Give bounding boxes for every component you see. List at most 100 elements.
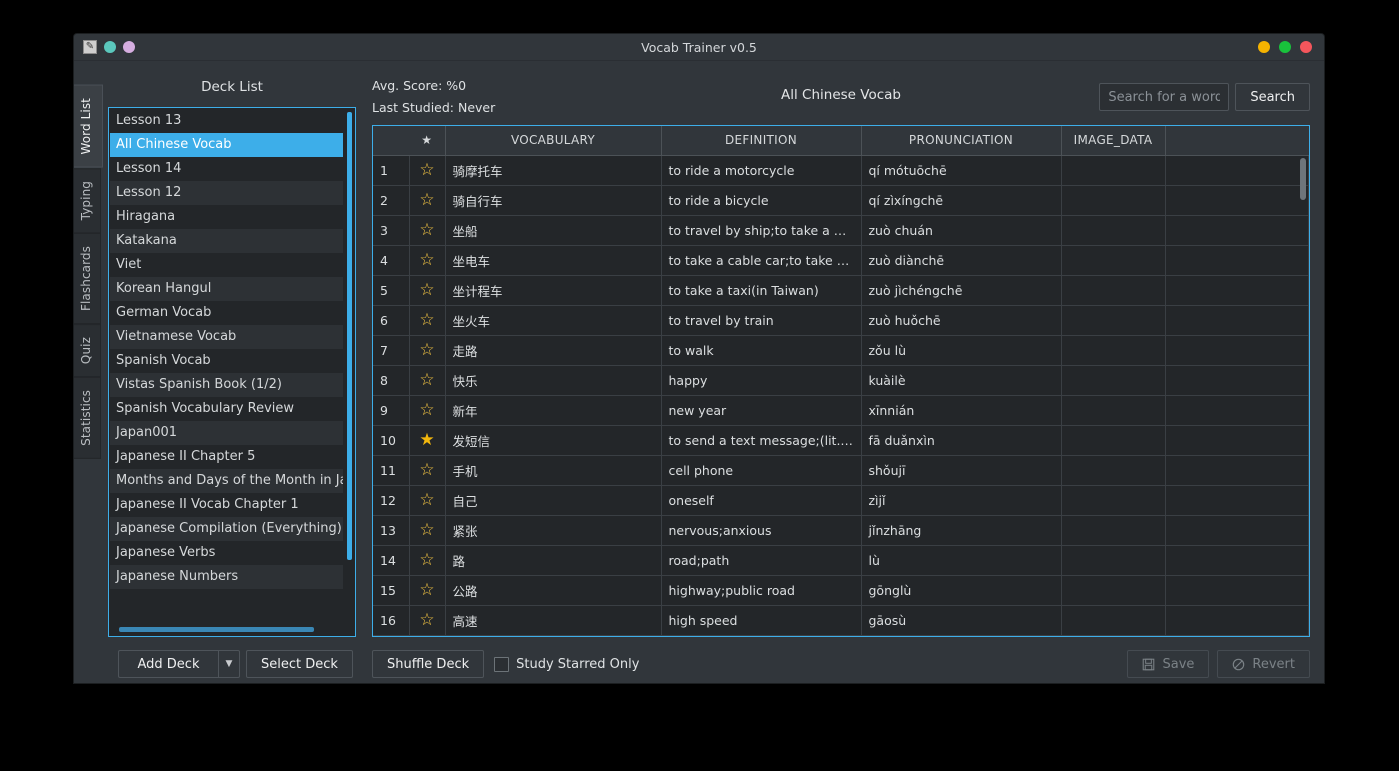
star-toggle-cell[interactable]: ☆ (409, 545, 446, 576)
vocabulary-cell[interactable]: 新年 (445, 395, 662, 426)
search-input[interactable] (1099, 83, 1230, 111)
table-row[interactable]: 5 ☆ 坐计程车 to take a taxi(in Taiwan) zuò jìché… (373, 275, 1309, 306)
row-number-cell[interactable]: 15 (373, 575, 410, 606)
definition-cell[interactable]: to travel by ship;to take a boat (661, 215, 862, 246)
image-data-cell[interactable] (1061, 545, 1166, 576)
row-number-cell[interactable]: 6 (373, 305, 410, 336)
header-image-data[interactable]: IMAGE_DATA (1061, 126, 1166, 156)
title-dot-teal[interactable] (104, 41, 116, 53)
search-button[interactable]: Search (1235, 83, 1310, 111)
spacer-cell[interactable] (1165, 275, 1309, 306)
row-number-cell[interactable]: 11 (373, 455, 410, 486)
deck-list-item[interactable]: Japan001 (110, 421, 343, 445)
row-number-cell[interactable]: 3 (373, 215, 410, 246)
row-number-cell[interactable]: 2 (373, 185, 410, 216)
star-toggle-cell[interactable]: ★ (409, 425, 446, 456)
title-dot-purple[interactable] (123, 41, 135, 53)
star-toggle-cell[interactable]: ☆ (409, 155, 446, 186)
star-outline-icon[interactable]: ☆ (419, 610, 434, 630)
deck-list-item[interactable]: Spanish Vocabulary Review (110, 397, 343, 421)
definition-cell[interactable]: road;path (661, 545, 862, 576)
header-star[interactable]: ★ (409, 126, 446, 156)
pronunciation-cell[interactable]: qí mótuōchē (861, 155, 1062, 186)
header-pronunciation[interactable]: PRONUNCIATION (861, 126, 1062, 156)
spacer-cell[interactable] (1165, 455, 1309, 486)
definition-cell[interactable]: to travel by train (661, 305, 862, 336)
definition-cell[interactable]: cell phone (661, 455, 862, 486)
deck-list-item[interactable]: Vistas Spanish Book (1/2) (110, 373, 343, 397)
star-toggle-cell[interactable]: ☆ (409, 245, 446, 276)
study-starred-only-control[interactable]: Study Starred Only (494, 656, 639, 672)
spacer-cell[interactable] (1165, 515, 1309, 546)
shuffle-deck-button[interactable]: Shuffle Deck (372, 650, 485, 678)
deck-list-item[interactable]: Japanese II Vocab Chapter 1 (110, 493, 343, 517)
star-filled-icon[interactable]: ★ (419, 430, 434, 450)
row-number-cell[interactable]: 14 (373, 545, 410, 576)
minimize-button[interactable] (1258, 41, 1270, 53)
deck-list-item[interactable]: Vietnamese Vocab (110, 325, 343, 349)
star-outline-icon[interactable]: ☆ (419, 460, 434, 480)
vocabulary-cell[interactable]: 走路 (445, 335, 662, 366)
spacer-cell[interactable] (1165, 575, 1309, 606)
study-starred-only-checkbox[interactable] (494, 656, 510, 672)
table-row[interactable]: 8 ☆ 快乐 happy kuàilè (373, 365, 1309, 396)
star-toggle-cell[interactable]: ☆ (409, 215, 446, 246)
star-outline-icon[interactable]: ☆ (419, 400, 434, 420)
pronunciation-cell[interactable]: lù (861, 545, 1062, 576)
deck-list-item[interactable]: Spanish Vocab (110, 349, 343, 373)
tab-word-list[interactable]: Word List (74, 85, 103, 168)
vocabulary-cell[interactable]: 骑自行车 (445, 185, 662, 216)
vocab-table-vertical-scrollbar[interactable] (1300, 158, 1306, 200)
row-number-cell[interactable]: 9 (373, 395, 410, 426)
table-row[interactable]: 13 ☆ 紧张 nervous;anxious jǐnzhāng (373, 515, 1309, 546)
vocabulary-cell[interactable]: 坐计程车 (445, 275, 662, 306)
deck-list-item[interactable]: Lesson 12 (110, 181, 343, 205)
table-row[interactable]: 4 ☆ 坐电车 to take a cable car;to take a ... zu… (373, 245, 1309, 276)
header-corner[interactable] (373, 126, 409, 156)
deck-list-item[interactable]: Japanese Verbs (110, 541, 343, 565)
definition-cell[interactable]: to send a text message;(lit.)to ... (661, 425, 862, 456)
table-row[interactable]: 12 ☆ 自己 oneself zìjǐ (373, 485, 1309, 516)
star-outline-icon[interactable]: ☆ (419, 250, 434, 270)
pronunciation-cell[interactable]: gōnglù (861, 575, 1062, 606)
table-row[interactable]: 1 ☆ 骑摩托车 to ride a motorcycle qí mótuōchē (373, 155, 1309, 186)
vocabulary-cell[interactable]: 公路 (445, 575, 662, 606)
deck-list-horizontal-scrollbar[interactable] (119, 627, 314, 632)
chevron-down-icon[interactable]: ▼ (218, 650, 240, 678)
row-number-cell[interactable]: 8 (373, 365, 410, 396)
row-number-cell[interactable]: 16 (373, 605, 410, 636)
star-outline-icon[interactable]: ☆ (419, 220, 434, 240)
image-data-cell[interactable] (1061, 305, 1166, 336)
star-outline-icon[interactable]: ☆ (419, 190, 434, 210)
star-outline-icon[interactable]: ☆ (419, 310, 434, 330)
row-number-cell[interactable]: 13 (373, 515, 410, 546)
add-deck-button[interactable]: Add Deck (118, 650, 218, 678)
select-deck-button[interactable]: Select Deck (246, 650, 353, 678)
vocabulary-cell[interactable]: 坐船 (445, 215, 662, 246)
star-toggle-cell[interactable]: ☆ (409, 305, 446, 336)
star-outline-icon[interactable]: ☆ (419, 370, 434, 390)
deck-list-item[interactable]: German Vocab (110, 301, 343, 325)
star-toggle-cell[interactable]: ☆ (409, 455, 446, 486)
vocabulary-cell[interactable]: 路 (445, 545, 662, 576)
image-data-cell[interactable] (1061, 215, 1166, 246)
definition-cell[interactable]: high speed (661, 605, 862, 636)
definition-cell[interactable]: highway;public road (661, 575, 862, 606)
table-row[interactable]: 2 ☆ 骑自行车 to ride a bicycle qí zìxíngchē (373, 185, 1309, 216)
table-row[interactable]: 15 ☆ 公路 highway;public road gōnglù (373, 575, 1309, 606)
star-outline-icon[interactable]: ☆ (419, 550, 434, 570)
pronunciation-cell[interactable]: shǒujī (861, 455, 1062, 486)
star-outline-icon[interactable]: ☆ (419, 580, 434, 600)
table-row[interactable]: 16 ☆ 高速 high speed gāosù (373, 605, 1309, 636)
maximize-button[interactable] (1279, 41, 1291, 53)
deck-list-item[interactable]: All Chinese Vocab (110, 133, 343, 157)
header-vocabulary[interactable]: VOCABULARY (445, 126, 662, 156)
spacer-cell[interactable] (1165, 605, 1309, 636)
star-outline-icon[interactable]: ☆ (419, 490, 434, 510)
table-row[interactable]: 6 ☆ 坐火车 to travel by train zuò huǒchē (373, 305, 1309, 336)
deck-list-item[interactable]: Months and Days of the Month in Japa (110, 469, 343, 493)
definition-cell[interactable]: happy (661, 365, 862, 396)
spacer-cell[interactable] (1165, 245, 1309, 276)
star-outline-icon[interactable]: ☆ (419, 520, 434, 540)
spacer-cell[interactable] (1165, 185, 1309, 216)
